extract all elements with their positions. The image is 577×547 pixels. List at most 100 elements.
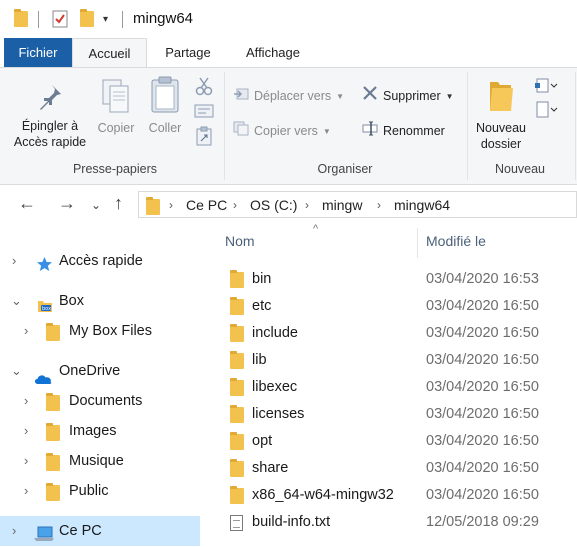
easy-access-icon[interactable]	[534, 100, 558, 125]
file-row[interactable]: libexec 03/04/2020 16:50	[203, 374, 577, 401]
tree-item-images[interactable]: › Images	[0, 416, 200, 446]
clipboard-group-label: Presse-papiers	[72, 162, 158, 176]
tree-label: Documents	[69, 393, 143, 409]
breadcrumb-mingw64[interactable]: mingw64	[394, 197, 450, 213]
file-row[interactable]: opt 03/04/2020 16:50	[203, 428, 577, 455]
expand-chevron-icon[interactable]: ›	[12, 246, 16, 276]
expand-chevron-icon[interactable]: ›	[24, 476, 28, 506]
pin-icon	[36, 82, 64, 112]
tree-item-this-pc[interactable]: › Ce PC	[0, 516, 200, 546]
file-name: share	[252, 460, 289, 476]
group-divider	[575, 72, 576, 180]
paste-button[interactable]: Coller	[142, 76, 188, 136]
new-group-label: Nouveau	[494, 162, 546, 176]
delete-label: Supprimer	[383, 89, 441, 103]
breadcrumb-this-pc[interactable]: Ce PC	[186, 197, 227, 213]
collapse-chevron-icon[interactable]: ⌄	[11, 286, 22, 316]
address-bar[interactable]: › Ce PC › OS (C:) › mingw › mingw64	[138, 191, 577, 218]
breadcrumb-chevron-icon[interactable]: ›	[233, 198, 237, 212]
navigation-bar: ← → ⌄ ↑ › Ce PC › OS (C:) › mingw › ming…	[0, 185, 577, 223]
file-date: 03/04/2020 16:50	[426, 460, 539, 476]
tab-view[interactable]: Affichage	[232, 38, 314, 67]
copy-path-icon[interactable]	[194, 102, 214, 125]
tree-item-documents[interactable]: › Documents	[0, 386, 200, 416]
back-arrow-icon[interactable]: ←	[18, 194, 36, 212]
move-to-button[interactable]: Déplacer vers ▼	[233, 85, 344, 107]
sort-ascending-icon: ^	[313, 223, 319, 235]
tree-label: Public	[69, 483, 109, 499]
column-header-modified[interactable]: Modifié le	[426, 233, 486, 249]
breadcrumb-os-drive[interactable]: OS (C:)	[250, 197, 297, 213]
file-name: include	[252, 325, 298, 341]
folder-icon	[230, 432, 244, 450]
up-arrow-icon[interactable]: ↑	[114, 194, 123, 212]
file-date: 03/04/2020 16:50	[426, 406, 539, 422]
dropdown-arrow-icon: ▼	[445, 91, 454, 101]
tree-item-music[interactable]: › Musique	[0, 446, 200, 476]
file-row[interactable]: licenses 03/04/2020 16:50	[203, 401, 577, 428]
copy-button[interactable]: Copier	[94, 78, 138, 136]
paste-shortcut-icon[interactable]	[196, 126, 212, 151]
folder-icon	[230, 405, 244, 423]
folder-icon	[146, 197, 160, 215]
pin-label-line2: Accès rapide	[13, 135, 87, 149]
window-title: mingw64	[133, 10, 194, 27]
folder-icon	[46, 483, 60, 501]
new-folder-quick-icon[interactable]	[80, 9, 94, 27]
copy-label: Copier	[97, 121, 135, 135]
copy-to-button[interactable]: Copier vers ▼	[233, 120, 331, 142]
tab-home[interactable]: Accueil	[72, 38, 147, 68]
new-folder-icon	[487, 78, 515, 114]
tree-item-onedrive[interactable]: ⌄ OneDrive	[0, 356, 200, 386]
folder-icon	[230, 351, 244, 369]
delete-button[interactable]: Supprimer ▼	[362, 85, 454, 107]
file-row[interactable]: etc 03/04/2020 16:50	[203, 293, 577, 320]
breadcrumb-mingw[interactable]: mingw	[322, 197, 362, 213]
rename-label: Renommer	[383, 124, 445, 138]
copy-to-icon	[233, 120, 249, 143]
tree-item-my-box-files[interactable]: › My Box Files	[0, 316, 200, 346]
pin-to-quick-access-button[interactable]: Épingler à Accès rapide	[8, 82, 92, 150]
title-bar: ▾ mingw64	[0, 0, 577, 38]
new-item-icon[interactable]	[534, 76, 558, 99]
folder-icon	[46, 453, 60, 471]
expand-chevron-icon[interactable]: ›	[24, 446, 28, 476]
file-row[interactable]: build-info.txt 12/05/2018 09:29	[203, 509, 577, 536]
tree-item-box[interactable]: ⌄ box Box	[0, 286, 200, 316]
new-folder-button[interactable]: Nouveau dossier	[471, 78, 531, 152]
breadcrumb-chevron-icon[interactable]: ›	[169, 198, 173, 212]
tab-file[interactable]: Fichier	[4, 38, 72, 67]
expand-chevron-icon[interactable]: ›	[24, 316, 28, 346]
column-header-name[interactable]: Nom	[225, 233, 255, 249]
collapse-chevron-icon[interactable]: ⌄	[11, 356, 22, 386]
rename-button[interactable]: Renommer	[362, 120, 445, 142]
expand-chevron-icon[interactable]: ›	[24, 416, 28, 446]
folder-icon	[230, 486, 244, 504]
ribbon: Épingler à Accès rapide Copier Coller Pr…	[0, 67, 577, 185]
file-date: 03/04/2020 16:50	[426, 433, 539, 449]
tree-item-quick-access[interactable]: › Accès rapide	[0, 246, 200, 276]
file-name: lib	[252, 352, 267, 368]
file-row[interactable]: share 03/04/2020 16:50	[203, 455, 577, 482]
breadcrumb-chevron-icon[interactable]: ›	[305, 198, 309, 212]
folder-icon	[14, 9, 28, 27]
file-row[interactable]: include 03/04/2020 16:50	[203, 320, 577, 347]
folder-icon	[46, 393, 60, 411]
tab-share[interactable]: Partage	[150, 38, 226, 67]
organize-group-label: Organiser	[317, 162, 373, 176]
file-row[interactable]: lib 03/04/2020 16:50	[203, 347, 577, 374]
new-folder-label-line2: dossier	[480, 137, 522, 151]
expand-chevron-icon[interactable]: ›	[12, 516, 16, 546]
expand-chevron-icon[interactable]: ›	[24, 386, 28, 416]
forward-arrow-icon[interactable]: →	[58, 194, 76, 212]
tree-item-public[interactable]: › Public	[0, 476, 200, 506]
breadcrumb-chevron-icon[interactable]: ›	[377, 198, 381, 212]
cut-icon[interactable]	[194, 76, 214, 101]
file-date: 03/04/2020 16:50	[426, 298, 539, 314]
file-row[interactable]: x86_64-w64-mingw32 03/04/2020 16:50	[203, 482, 577, 509]
customize-quick-access-chevron-icon[interactable]: ▾	[103, 14, 108, 25]
column-divider[interactable]	[417, 228, 418, 258]
file-row[interactable]: bin 03/04/2020 16:53	[203, 266, 577, 293]
recent-locations-chevron-icon[interactable]: ⌄	[91, 196, 101, 214]
properties-checkmark-icon[interactable]	[52, 10, 68, 33]
